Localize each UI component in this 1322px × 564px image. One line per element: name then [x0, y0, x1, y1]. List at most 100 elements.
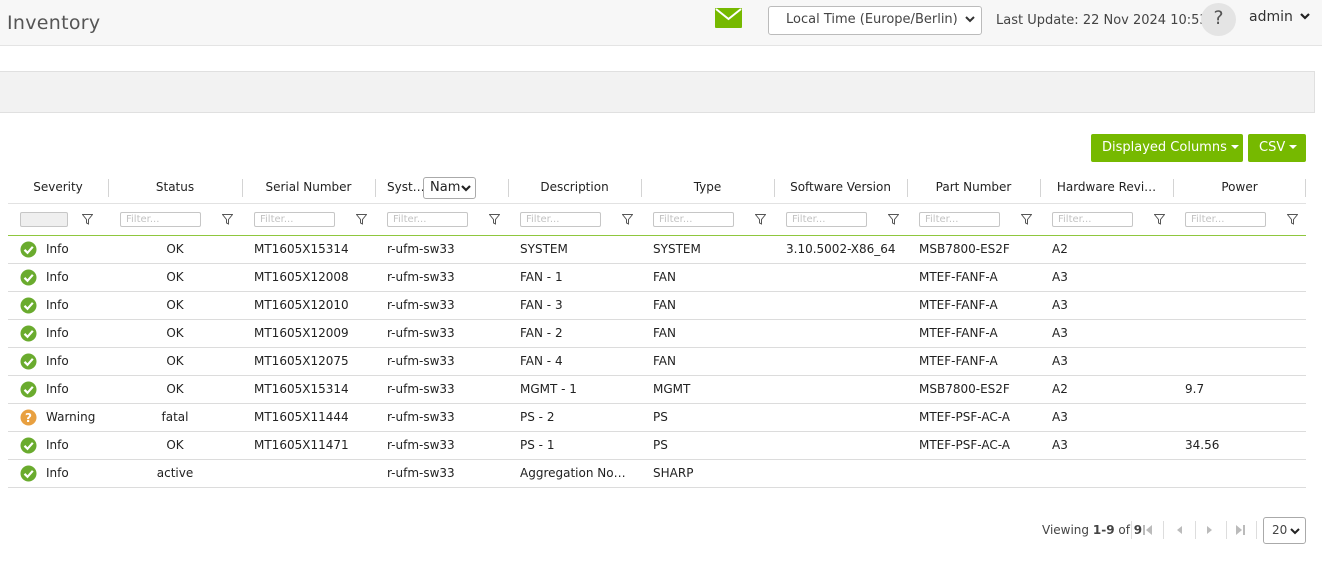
cell-serial-number: MT1605X12075	[254, 354, 349, 368]
column-header-power[interactable]: Power	[1173, 172, 1306, 203]
table-row[interactable]: Info OK MT1605X15314 r-ufm-sw33 MGMT - 1 MGMT…	[8, 376, 1306, 404]
column-separator[interactable]	[907, 179, 908, 197]
cell-type: MGMT	[653, 382, 691, 396]
column-separator[interactable]	[508, 179, 509, 197]
column-separator[interactable]	[1173, 179, 1174, 197]
cell-type: FAN	[653, 298, 676, 312]
cell-status: OK	[166, 242, 184, 256]
cell-severity: Info	[46, 382, 69, 396]
column-header-description[interactable]: Description	[508, 172, 641, 203]
filter-input-type[interactable]: Filter...	[653, 212, 734, 227]
filter-input-description[interactable]: Filter...	[520, 212, 601, 227]
filter-input-severity[interactable]	[20, 212, 68, 227]
prev-page-button[interactable]	[1164, 517, 1195, 543]
column-separator[interactable]	[108, 179, 109, 197]
user-name: admin	[1249, 9, 1293, 25]
cell-status: OK	[166, 382, 184, 396]
cell-system: r-ufm-sw33	[387, 326, 455, 340]
next-page-button[interactable]	[1193, 517, 1224, 543]
filter-icon[interactable]	[888, 214, 899, 225]
filter-icon[interactable]	[1021, 214, 1032, 225]
column-header-type[interactable]: Type	[641, 172, 774, 203]
displayed-columns-button[interactable]: Displayed Columns	[1091, 134, 1243, 162]
table-row[interactable]: Info OK MT1605X12008 r-ufm-sw33 FAN - 1 FAN MT…	[8, 264, 1306, 292]
filter-input-part-number[interactable]: Filter...	[919, 212, 1000, 227]
divider	[1256, 521, 1257, 539]
filter-icon[interactable]	[222, 214, 233, 225]
column-header-severity[interactable]: Severity	[8, 172, 108, 203]
cell-severity: Info	[46, 270, 69, 284]
check-circle-icon	[20, 353, 37, 370]
mail-icon[interactable]	[715, 8, 742, 28]
filter-icon[interactable]	[356, 214, 367, 225]
first-page-icon	[1143, 525, 1152, 535]
cell-system: r-ufm-sw33	[387, 270, 455, 284]
cell-hardware-revision: A3	[1052, 410, 1068, 424]
cell-status: OK	[166, 438, 184, 452]
system-name-select-value: Nam	[430, 180, 461, 195]
cell-part-number: MTEF-FANF-A	[919, 354, 998, 368]
column-header-software-version[interactable]: Software Version	[774, 172, 907, 203]
table-row[interactable]: Info OK MT1605X12010 r-ufm-sw33 FAN - 3 FAN MT…	[8, 292, 1306, 320]
cell-hardware-revision: A3	[1052, 354, 1068, 368]
filter-input-power[interactable]: Filter...	[1185, 212, 1266, 227]
filter-icon[interactable]	[622, 214, 633, 225]
filter-input-hardware-revision[interactable]: Filter...	[1052, 212, 1133, 227]
filter-input-system[interactable]: Filter...	[387, 212, 468, 227]
filter-input-software-version[interactable]: Filter...	[786, 212, 867, 227]
first-page-button[interactable]	[1132, 517, 1163, 543]
cell-system: r-ufm-sw33	[387, 382, 455, 396]
cell-hardware-revision: A3	[1052, 270, 1068, 284]
user-menu[interactable]: admin	[1249, 9, 1311, 25]
cell-status: OK	[166, 270, 184, 284]
column-header-hardware-revision[interactable]: Hardware Revi…	[1040, 172, 1173, 203]
help-button[interactable]: ?	[1201, 3, 1236, 36]
check-circle-icon	[20, 465, 37, 482]
cell-severity: Warning	[46, 410, 96, 424]
cell-part-number: MTEF-FANF-A	[919, 270, 998, 284]
cell-system: r-ufm-sw33	[387, 354, 455, 368]
filter-icon[interactable]	[755, 214, 766, 225]
cell-description: MGMT - 1	[520, 382, 577, 396]
column-separator[interactable]	[641, 179, 642, 197]
cell-part-number: MSB7800-ES2F	[919, 382, 1010, 396]
cell-serial-number: MT1605X11444	[254, 410, 349, 424]
filter-icon[interactable]	[489, 214, 500, 225]
filter-icon[interactable]	[82, 214, 93, 225]
of-label: of	[1118, 523, 1130, 537]
column-header-serial-number[interactable]: Serial Number	[242, 172, 375, 203]
last-page-icon	[1236, 525, 1245, 535]
column-header-status[interactable]: Status	[108, 172, 242, 203]
column-separator[interactable]	[774, 179, 775, 197]
last-page-button[interactable]	[1224, 517, 1255, 543]
table-row[interactable]: Info OK MT1605X11471 r-ufm-sw33 PS - 1 PS MTEF…	[8, 432, 1306, 460]
filter-input-status[interactable]: Filter...	[120, 212, 201, 227]
displayed-columns-label: Displayed Columns	[1102, 140, 1227, 155]
table-row[interactable]: Info OK MT1605X12009 r-ufm-sw33 FAN - 2 FAN MT…	[8, 320, 1306, 348]
filter-input-serial-number[interactable]: Filter...	[254, 212, 335, 227]
cell-part-number: MTEF-FANF-A	[919, 298, 998, 312]
timezone-select[interactable]: Local Time (Europe/Berlin)	[768, 6, 982, 35]
table-row[interactable]: Info OK MT1605X15314 r-ufm-sw33 SYSTEM SYSTEM…	[8, 236, 1306, 264]
cell-type: FAN	[653, 326, 676, 340]
filter-icon[interactable]	[1154, 214, 1165, 225]
table-row[interactable]: Info active r-ufm-sw33 Aggregation Nod… SHAR…	[8, 460, 1306, 488]
column-separator[interactable]	[375, 179, 376, 197]
cell-serial-number: MT1605X15314	[254, 242, 349, 256]
column-separator[interactable]	[242, 179, 243, 197]
column-separator[interactable]	[1305, 179, 1306, 197]
column-separator[interactable]	[1040, 179, 1041, 197]
csv-button[interactable]: CSV	[1248, 134, 1306, 162]
cell-description: SYSTEM	[520, 242, 568, 256]
table-row[interactable]: Info OK MT1605X12075 r-ufm-sw33 FAN - 4 FAN MT…	[8, 348, 1306, 376]
cell-description: FAN - 1	[520, 270, 563, 284]
panel-header	[0, 71, 1315, 113]
column-header-part-number[interactable]: Part Number	[907, 172, 1040, 203]
system-name-select[interactable]: Nam	[423, 177, 476, 199]
filter-row: Filter... Filter... Filter... Filter... Filt…	[8, 203, 1306, 236]
page-size-select[interactable]: 20	[1263, 517, 1306, 544]
column-header-system[interactable]: Syst…	[387, 172, 423, 203]
cell-type: SHARP	[653, 466, 694, 480]
table-row[interactable]: ? Warning fatal MT1605X11444 r-ufm-sw33 PS - …	[8, 404, 1306, 432]
filter-icon[interactable]	[1287, 214, 1298, 225]
